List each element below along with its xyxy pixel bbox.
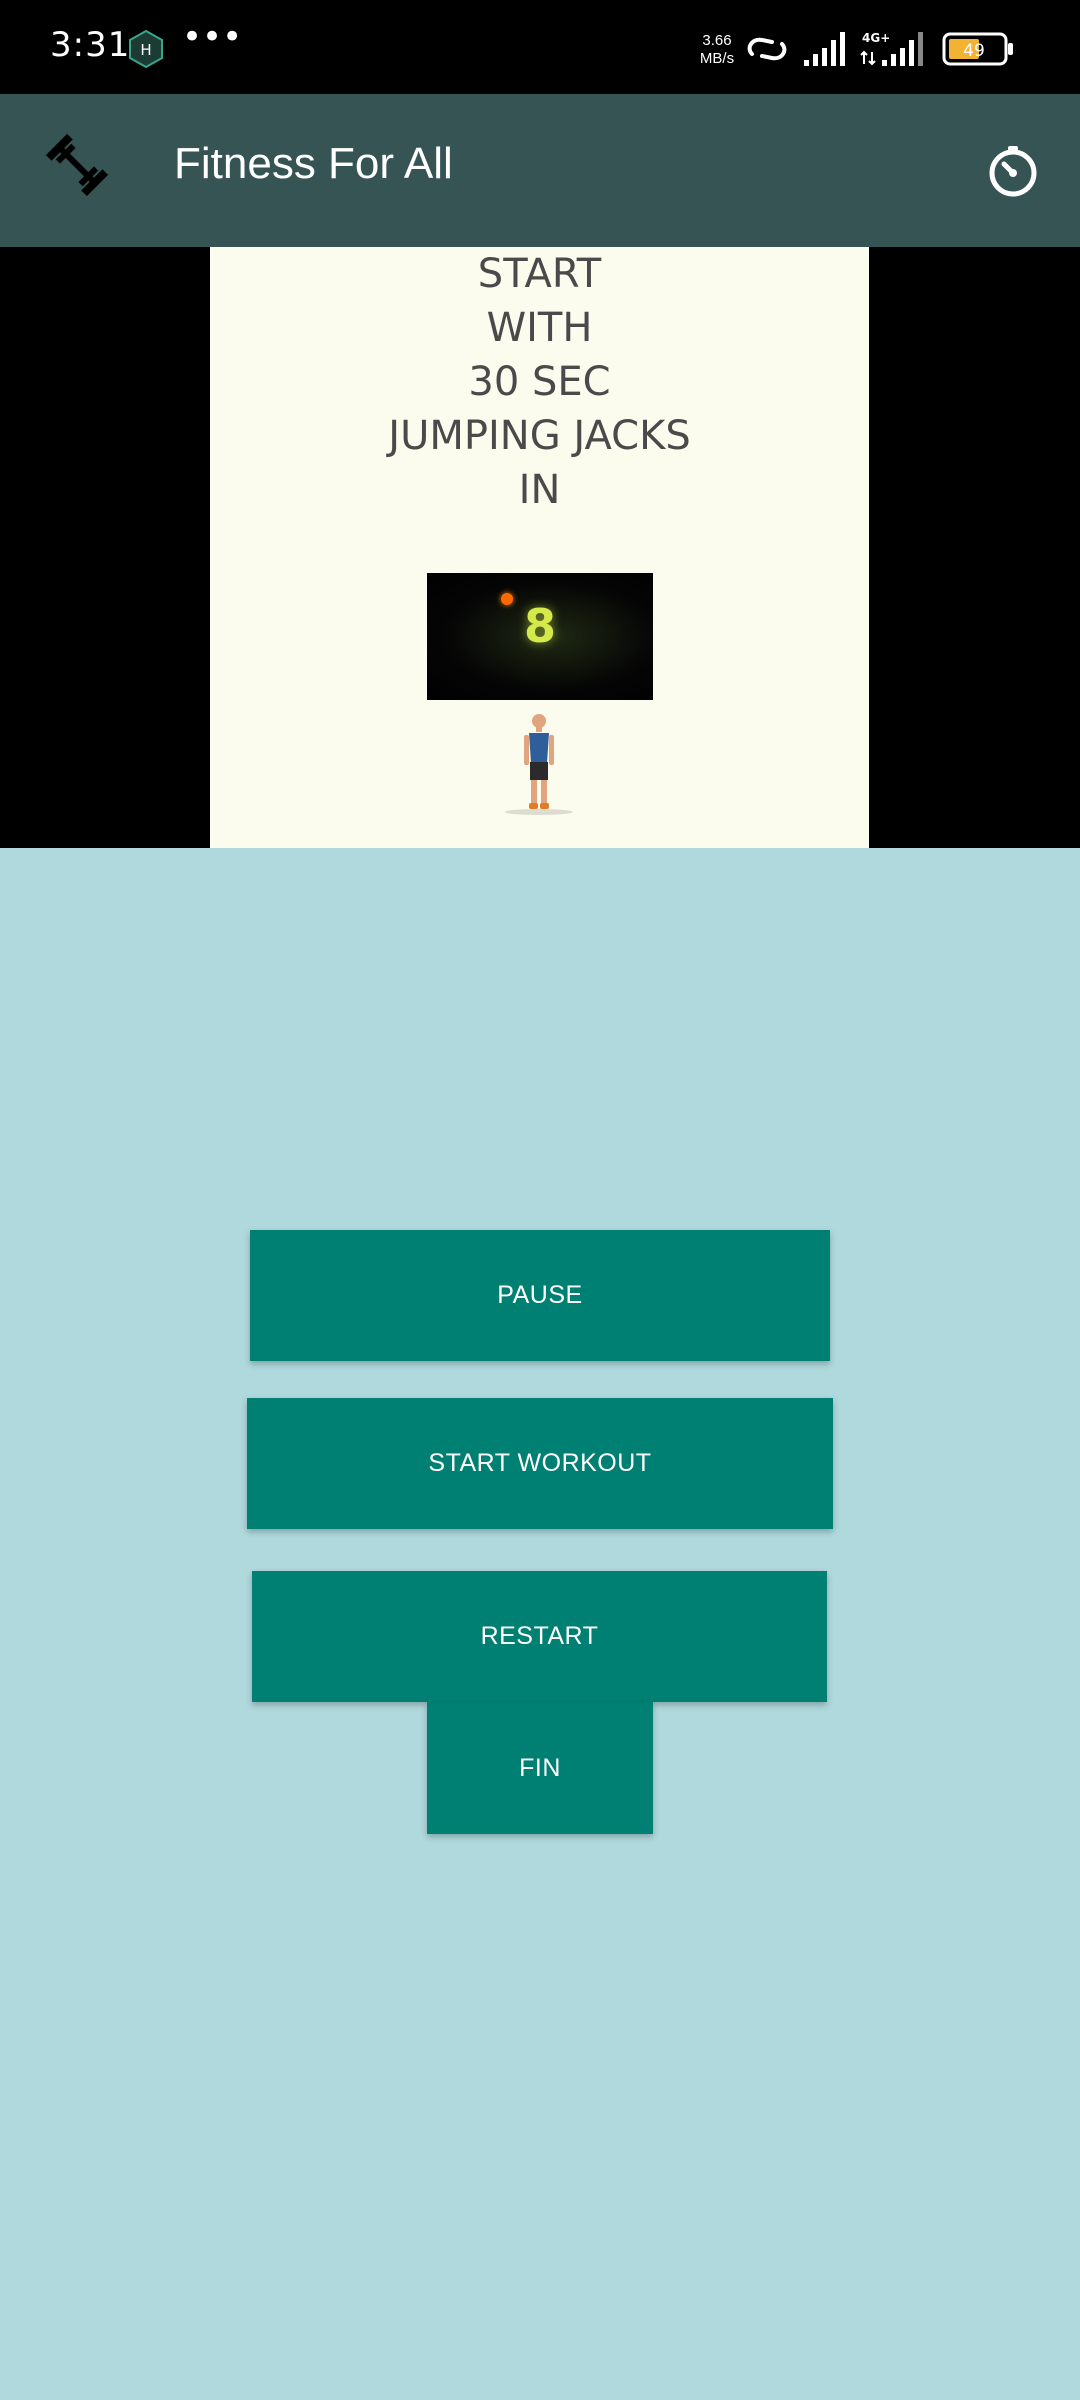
status-time: 3:31 — [50, 25, 131, 65]
status-bar: 3:31 H ••• 3.66 MB/s 4G+ 49 — [0, 0, 1080, 94]
svg-text:H: H — [140, 41, 151, 59]
fin-button[interactable]: FIN — [427, 1702, 653, 1834]
dumbbell-icon — [45, 133, 109, 197]
instruction-panel: START WITH 30 SEC JUMPING JACKS IN 8 — [210, 247, 869, 848]
media-area: START WITH 30 SEC JUMPING JACKS IN 8 — [0, 247, 1080, 848]
restart-button[interactable]: RESTART — [252, 1571, 827, 1702]
network-speed-unit: MB/s — [699, 50, 735, 67]
signal-4g-icon: 4G+ — [860, 31, 923, 66]
instruction-text: START WITH 30 SEC JUMPING JACKS IN — [210, 247, 869, 517]
instruction-line: WITH — [486, 305, 593, 351]
signal-strength-icon — [804, 32, 845, 66]
timer-icon[interactable] — [986, 144, 1040, 198]
network-type-label: 4G+ — [862, 31, 890, 45]
more-notifications-icon: ••• — [182, 17, 243, 57]
exerciser-figure — [505, 714, 573, 815]
hd-app-icon: H — [129, 30, 163, 68]
network-speed: 3.66 MB/s — [696, 32, 738, 68]
instruction-line: JUMPING JACKS — [388, 413, 691, 459]
instruction-line: IN — [518, 467, 561, 513]
countdown-display: 8 — [427, 573, 653, 700]
instruction-line: START — [477, 251, 602, 297]
battery-icon: 49 — [942, 32, 1013, 66]
battery-level: 49 — [963, 41, 985, 61]
instruction-line: 30 SEC — [468, 359, 611, 405]
pause-button[interactable]: PAUSE — [250, 1230, 830, 1361]
app-bar: Fitness For All — [0, 94, 1080, 247]
countdown-value: 8 — [523, 599, 556, 653]
start-workout-button[interactable]: START WORKOUT — [247, 1398, 833, 1529]
network-speed-value: 3.66 — [702, 32, 732, 49]
app-title: Fitness For All — [174, 139, 453, 188]
link-icon — [747, 37, 787, 61]
